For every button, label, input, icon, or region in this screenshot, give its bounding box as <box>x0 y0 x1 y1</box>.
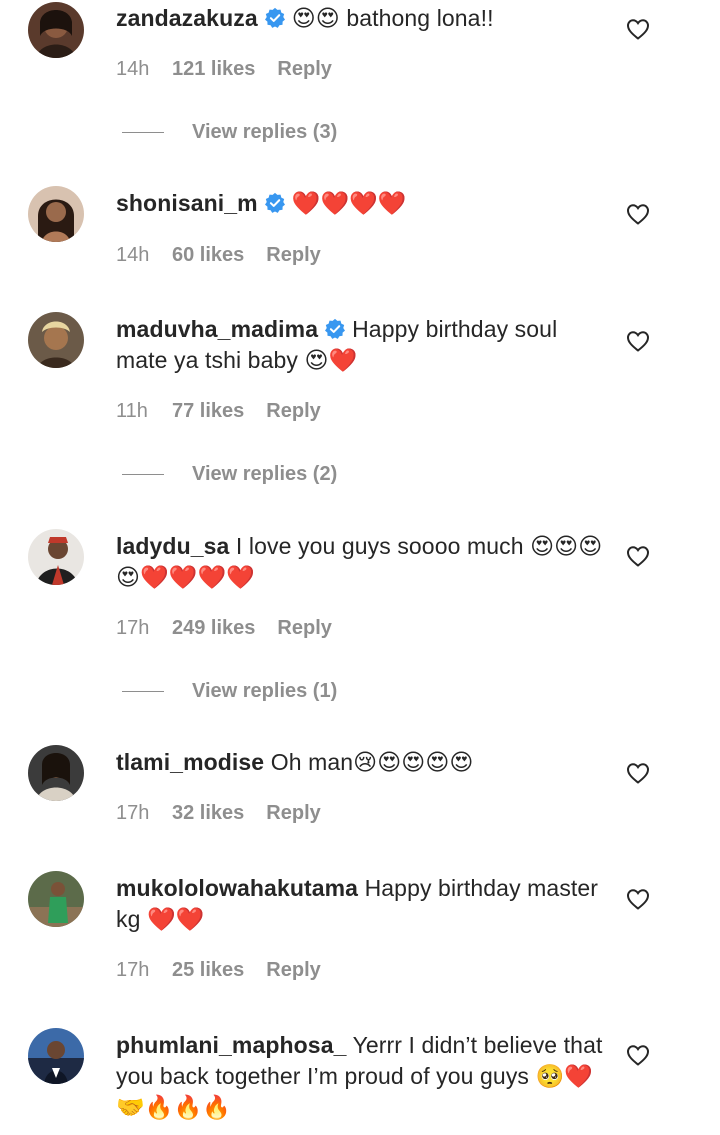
comment-username[interactable]: zandazakuza <box>116 5 258 31</box>
comment-text: ❤️❤️❤️❤️ <box>291 190 407 216</box>
likes-count[interactable]: 25 likes <box>172 959 244 982</box>
comment-text: Oh man😢😍😍😍😍 <box>270 749 474 775</box>
view-replies-button[interactable]: View replies (3) <box>122 120 337 144</box>
avatar[interactable] <box>28 1028 84 1084</box>
like-heart-icon[interactable] <box>626 762 650 784</box>
view-replies-button[interactable]: View replies (1) <box>122 679 337 703</box>
likes-count[interactable]: 60 likes <box>172 244 244 267</box>
avatar[interactable] <box>28 529 84 585</box>
comment-username[interactable]: shonisani_m <box>116 190 258 216</box>
divider-line <box>122 131 164 133</box>
reply-button[interactable]: Reply <box>266 244 320 267</box>
reply-button[interactable]: Reply <box>277 58 331 81</box>
like-heart-icon[interactable] <box>626 203 650 225</box>
like-heart-icon[interactable] <box>626 1044 650 1066</box>
comment-username[interactable]: ladydu_sa <box>116 533 229 559</box>
comment-username[interactable]: mukololowahakutama <box>116 875 358 901</box>
verified-badge-icon <box>264 7 286 29</box>
likes-count[interactable]: 121 likes <box>172 58 255 81</box>
verified-badge-icon <box>324 318 346 340</box>
avatar[interactable] <box>28 312 84 368</box>
avatar[interactable] <box>28 2 84 58</box>
divider-line <box>122 690 164 692</box>
comment-timestamp: 14h <box>116 58 150 80</box>
comment-timestamp: 17h <box>116 959 150 981</box>
comment-timestamp: 17h <box>116 802 150 824</box>
likes-count[interactable]: 32 likes <box>172 802 244 825</box>
comment-username[interactable]: phumlani_maphosa_ <box>116 1032 346 1058</box>
verified-badge-icon <box>264 192 286 214</box>
comment-timestamp: 17h <box>116 617 150 639</box>
view-replies-label: View replies (3) <box>192 120 338 143</box>
likes-count[interactable]: 249 likes <box>172 617 255 640</box>
divider-line <box>122 473 164 475</box>
reply-button[interactable]: Reply <box>266 400 320 423</box>
avatar[interactable] <box>28 745 84 801</box>
like-heart-icon[interactable] <box>626 545 650 567</box>
likes-count[interactable]: 77 likes <box>172 400 244 423</box>
view-replies-button[interactable]: View replies (2) <box>122 462 337 486</box>
reply-button[interactable]: Reply <box>277 617 331 640</box>
reply-button[interactable]: Reply <box>266 959 320 982</box>
avatar[interactable] <box>28 186 84 242</box>
comment-text: 😍😍 bathong lona!! <box>291 5 494 31</box>
like-heart-icon[interactable] <box>626 888 650 910</box>
avatar[interactable] <box>28 871 84 927</box>
like-heart-icon[interactable] <box>626 18 650 40</box>
comment-timestamp: 14h <box>116 244 150 266</box>
view-replies-label: View replies (1) <box>192 679 338 702</box>
view-replies-label: View replies (2) <box>192 462 338 485</box>
reply-button[interactable]: Reply <box>266 802 320 825</box>
comment-username[interactable]: tlami_modise <box>116 749 264 775</box>
comment-username[interactable]: maduvha_madima <box>116 316 318 342</box>
comment-timestamp: 11h <box>116 400 148 422</box>
like-heart-icon[interactable] <box>626 330 650 352</box>
